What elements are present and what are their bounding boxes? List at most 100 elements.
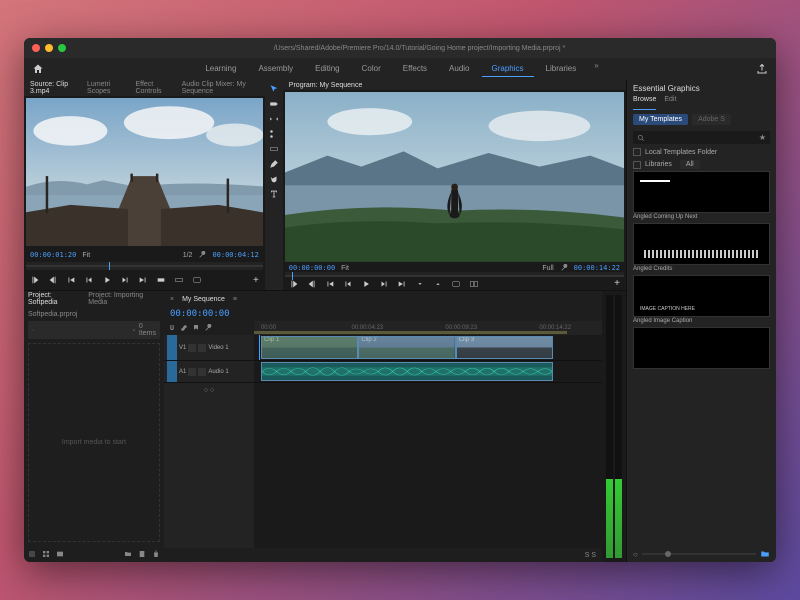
goto-out-icon[interactable] bbox=[397, 279, 407, 289]
play-icon[interactable] bbox=[102, 275, 112, 285]
source-scrubber[interactable] bbox=[26, 262, 263, 270]
program-scrubber[interactable] bbox=[285, 272, 624, 277]
overwrite-icon[interactable] bbox=[174, 275, 184, 285]
audio-clip[interactable] bbox=[261, 362, 553, 381]
program-add-button[interactable]: + bbox=[614, 278, 620, 289]
track-select-tool-icon[interactable] bbox=[269, 99, 279, 109]
project-search-input[interactable] bbox=[38, 327, 129, 334]
mark-out-icon[interactable] bbox=[48, 275, 58, 285]
freeform-icon[interactable] bbox=[56, 550, 64, 558]
track-mute[interactable] bbox=[188, 368, 196, 376]
source-add-button[interactable]: + bbox=[253, 275, 259, 286]
ripple-tool-icon[interactable] bbox=[269, 114, 279, 124]
workspace-overflow[interactable]: » bbox=[588, 61, 604, 77]
lift-icon[interactable] bbox=[415, 279, 425, 289]
timeline-ruler[interactable]: 00:00 00:00:04:23 00:00:09:23 00:00:14:2… bbox=[254, 321, 602, 335]
link-icon[interactable] bbox=[180, 324, 188, 332]
goto-in-icon[interactable] bbox=[66, 275, 76, 285]
list-view-icon[interactable] bbox=[28, 550, 36, 558]
selection-tool-icon[interactable] bbox=[269, 84, 279, 94]
slip-tool-icon[interactable] bbox=[269, 144, 279, 154]
maximize-button[interactable] bbox=[58, 44, 66, 52]
wrench-icon[interactable] bbox=[198, 251, 206, 259]
goto-in-icon[interactable] bbox=[325, 279, 335, 289]
workspace-assembly[interactable]: Assembly bbox=[248, 61, 303, 77]
clip-1[interactable]: Clip 1 bbox=[261, 336, 358, 359]
zoom-out-icon[interactable]: ○ bbox=[633, 550, 638, 559]
minimize-button[interactable] bbox=[45, 44, 53, 52]
wrench-icon[interactable] bbox=[560, 264, 568, 272]
goto-out-icon[interactable] bbox=[138, 275, 148, 285]
source-viewer[interactable] bbox=[26, 98, 263, 246]
track-toggle-lock[interactable] bbox=[198, 344, 206, 352]
snap-icon[interactable] bbox=[168, 324, 176, 332]
mark-in-icon[interactable] bbox=[289, 279, 299, 289]
track-patch[interactable] bbox=[167, 335, 177, 360]
close-button[interactable] bbox=[32, 44, 40, 52]
program-viewer[interactable] bbox=[285, 92, 624, 262]
timeline-zoom[interactable]: S S bbox=[585, 552, 596, 559]
tab-audio-mixer[interactable]: Audio Clip Mixer: My Sequence bbox=[182, 81, 259, 95]
eg-template[interactable]: IMAGE CAPTION HERE Angled Image Caption bbox=[633, 275, 770, 325]
type-tool-icon[interactable] bbox=[269, 189, 279, 199]
icon-view-icon[interactable] bbox=[42, 550, 50, 558]
workspace-graphics[interactable]: Graphics bbox=[482, 61, 534, 77]
timeline-tc[interactable]: 00:00:00:00 bbox=[170, 309, 230, 319]
track-lane-a1[interactable] bbox=[254, 361, 602, 382]
eg-tab-edit[interactable]: Edit bbox=[664, 96, 676, 110]
clip-2[interactable]: Clip 2 bbox=[358, 336, 455, 359]
eg-tab-browse[interactable]: Browse bbox=[633, 96, 656, 110]
share-icon[interactable] bbox=[756, 63, 768, 75]
clip-3[interactable]: Clip 3 bbox=[456, 336, 553, 359]
source-fit[interactable]: Fit bbox=[82, 252, 90, 259]
step-fwd-icon[interactable] bbox=[379, 279, 389, 289]
tab-source-clip[interactable]: Source: Clip 3.mp4 bbox=[30, 81, 77, 95]
step-back-icon[interactable] bbox=[84, 275, 94, 285]
source-ratio[interactable]: 1/2 bbox=[183, 252, 193, 259]
eg-my-templates[interactable]: My Templates bbox=[633, 114, 688, 125]
step-fwd-icon[interactable] bbox=[120, 275, 130, 285]
tab-project-importing[interactable]: Project: Importing Media bbox=[88, 292, 160, 306]
razor-tool-icon[interactable] bbox=[269, 129, 279, 139]
project-empty[interactable]: Import media to start bbox=[28, 343, 160, 542]
track-patch[interactable] bbox=[167, 361, 177, 382]
eg-template[interactable]: Angled Coming Up Next bbox=[633, 171, 770, 221]
playhead[interactable] bbox=[259, 335, 260, 360]
hand-tool-icon[interactable] bbox=[269, 174, 279, 184]
eg-template[interactable]: Angled Credits bbox=[633, 223, 770, 273]
sequence-name[interactable]: My Sequence bbox=[182, 296, 225, 303]
home-icon[interactable] bbox=[32, 63, 44, 75]
trash-icon[interactable] bbox=[152, 550, 160, 558]
mark-in-icon[interactable] bbox=[30, 275, 40, 285]
eg-zoom-slider[interactable] bbox=[642, 553, 756, 555]
mark-out-icon[interactable] bbox=[307, 279, 317, 289]
workspace-audio[interactable]: Audio bbox=[439, 61, 479, 77]
export-frame-icon[interactable] bbox=[192, 275, 202, 285]
program-fit[interactable]: Fit bbox=[341, 265, 349, 272]
insert-icon[interactable] bbox=[156, 275, 166, 285]
step-back-icon[interactable] bbox=[343, 279, 353, 289]
bin-icon[interactable] bbox=[133, 326, 135, 334]
eg-adobe-stock[interactable]: Adobe S bbox=[692, 114, 731, 125]
program-tc-in[interactable]: 00:00:00:00 bbox=[289, 264, 335, 272]
track-toggle-eye[interactable] bbox=[188, 344, 196, 352]
workspace-editing[interactable]: Editing bbox=[305, 61, 349, 77]
checkbox-libraries[interactable] bbox=[633, 161, 641, 169]
tab-effect-controls[interactable]: Effect Controls bbox=[135, 81, 171, 95]
comparison-icon[interactable] bbox=[469, 279, 479, 289]
workspace-effects[interactable]: Effects bbox=[393, 61, 437, 77]
track-lane-v1[interactable]: Clip 1 Clip 2 Clip 3 bbox=[254, 335, 602, 360]
new-folder-icon[interactable] bbox=[760, 549, 770, 559]
program-quality[interactable]: Full bbox=[542, 265, 553, 272]
tab-program[interactable]: Program: My Sequence bbox=[289, 82, 363, 89]
workspace-color[interactable]: Color bbox=[352, 61, 391, 77]
eg-template[interactable] bbox=[633, 327, 770, 369]
marker-icon[interactable] bbox=[192, 324, 200, 332]
eg-search-input[interactable] bbox=[649, 134, 755, 141]
eg-lib-all[interactable]: All bbox=[680, 160, 700, 169]
checkbox-local[interactable] bbox=[633, 148, 641, 156]
source-tc-in[interactable]: 00:00:01:20 bbox=[30, 251, 76, 259]
star-icon[interactable]: ★ bbox=[759, 133, 766, 142]
export-frame-icon[interactable] bbox=[451, 279, 461, 289]
track-solo[interactable] bbox=[198, 368, 206, 376]
